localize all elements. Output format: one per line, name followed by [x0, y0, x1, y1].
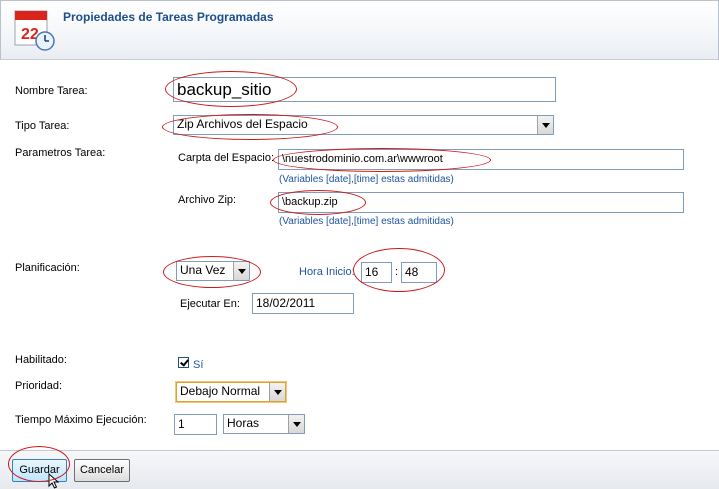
enabled-text: Sí: [193, 359, 204, 371]
schedule-select[interactable]: Una Vez: [176, 261, 250, 281]
max-time-input[interactable]: 1: [174, 414, 217, 435]
chevron-down-icon[interactable]: [269, 383, 285, 401]
task-name-input[interactable]: backup_sitio: [173, 77, 556, 102]
priority-value: Debajo Normal: [180, 384, 261, 398]
folder-label: Carpta del Espacio:: [178, 152, 274, 164]
cancel-button[interactable]: Cancelar: [74, 459, 130, 482]
zip-file-input[interactable]: \backup.zip: [278, 192, 684, 213]
folder-hint: (Variables [date],[time] estas admitidas…: [279, 174, 454, 185]
calendar-clock-icon: 22: [14, 10, 55, 51]
task-params-label: Parametros Tarea:: [15, 147, 106, 159]
run-on-label: Ejecutar En:: [180, 298, 240, 310]
run-on-date-input[interactable]: 18/02/2011: [252, 293, 354, 314]
max-time-label: Tiempo Máximo Ejecución:: [15, 414, 147, 426]
task-type-select[interactable]: Zip Archivos del Espacio: [173, 115, 554, 135]
cursor-pointer-icon: [48, 473, 60, 489]
window-header: 22 Propiedades de Tareas Programadas: [0, 0, 719, 60]
chevron-down-icon[interactable]: [233, 262, 249, 280]
task-type-label: Tipo Tarea:: [15, 120, 70, 132]
start-hour-input[interactable]: 16: [361, 262, 392, 283]
chevron-down-icon[interactable]: [537, 116, 553, 134]
page-title: Propiedades de Tareas Programadas: [63, 10, 274, 24]
start-time-label: Hora Inicio:: [299, 266, 355, 278]
enabled-label: Habilitado:: [15, 354, 67, 366]
schedule-label: Planificación:: [15, 262, 80, 274]
enabled-checkbox[interactable]: [178, 357, 189, 368]
folder-input[interactable]: \nuestrodominio.com.ar\wwwroot: [278, 149, 684, 170]
schedule-value: Una Vez: [180, 263, 226, 277]
task-name-label: Nombre Tarea:: [15, 85, 88, 97]
time-separator: :: [395, 266, 399, 278]
priority-select[interactable]: Debajo Normal: [176, 382, 286, 402]
max-time-unit-value: Horas: [227, 416, 260, 430]
max-time-unit-select[interactable]: Horas: [223, 414, 305, 434]
footer-bar: Guardar Cancelar: [0, 450, 719, 489]
chevron-down-icon[interactable]: [288, 415, 304, 433]
start-minute-input[interactable]: 48: [401, 262, 437, 283]
priority-label: Prioridad:: [15, 380, 63, 392]
task-type-value: Zip Archivos del Espacio: [177, 117, 308, 131]
zip-file-hint: (Variables [date],[time] estas admitidas…: [279, 216, 454, 227]
zip-file-label: Archivo Zip:: [178, 194, 237, 206]
